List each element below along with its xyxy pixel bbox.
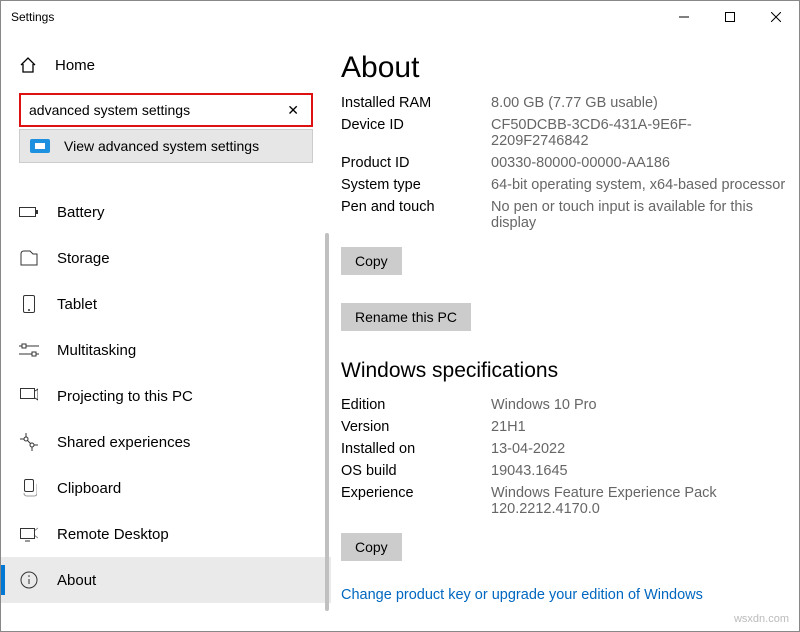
spec-key: Pen and touch — [341, 199, 491, 231]
windows-specs-heading: Windows specifications — [341, 359, 799, 383]
spec-value: 21H1 — [491, 419, 799, 435]
nav-label: Battery — [57, 204, 105, 221]
spec-key: System type — [341, 177, 491, 193]
minimize-button[interactable] — [661, 1, 707, 33]
spec-key: Installed on — [341, 441, 491, 457]
spec-key: Product ID — [341, 155, 491, 171]
spec-value: Windows 10 Pro — [491, 397, 799, 413]
sidebar-item-storage[interactable]: Storage — [1, 235, 331, 281]
sidebar-item-clipboard[interactable]: Clipboard — [1, 465, 331, 511]
nav-icon — [19, 343, 39, 357]
page-title: About — [341, 51, 799, 85]
copy-windows-specs-button[interactable]: Copy — [341, 533, 402, 561]
nav-icon — [19, 433, 39, 451]
display-settings-icon — [30, 139, 50, 153]
content-pane: About Installed RAM8.00 GB (7.77 GB usab… — [331, 33, 799, 631]
sidebar-item-remote-desktop[interactable]: Remote Desktop — [1, 511, 331, 557]
sidebar-item-battery[interactable]: Battery — [1, 189, 331, 235]
sidebar: Home ✕ View advanced system settings Bat… — [1, 33, 331, 631]
nav-label: Storage — [57, 250, 110, 267]
spec-row: Product ID00330-80000-00000-AA186 — [341, 155, 799, 171]
spec-key: Edition — [341, 397, 491, 413]
spec-value: Windows Feature Experience Pack 120.2212… — [491, 485, 799, 517]
home-icon — [19, 56, 37, 74]
spec-row: System type64-bit operating system, x64-… — [341, 177, 799, 193]
nav-label: Tablet — [57, 296, 97, 313]
spec-value: 19043.1645 — [491, 463, 799, 479]
spec-row: Installed RAM8.00 GB (7.77 GB usable) — [341, 95, 799, 111]
nav-icon — [19, 205, 39, 219]
spec-row: Pen and touchNo pen or touch input is av… — [341, 199, 799, 231]
spec-value: No pen or touch input is available for t… — [491, 199, 799, 231]
nav-list: Battery Storage Tablet Multitasking Projecti… — [1, 189, 331, 603]
home-nav[interactable]: Home — [1, 43, 331, 87]
spec-key: Installed RAM — [341, 95, 491, 111]
suggestion-label: View advanced system settings — [64, 138, 259, 154]
search-suggestions: View advanced system settings — [19, 129, 313, 163]
copy-device-specs-button[interactable]: Copy — [341, 247, 402, 275]
windows-specs: EditionWindows 10 ProVersion21H1Installe… — [341, 397, 799, 517]
nav-label: About — [57, 572, 96, 589]
nav-icon — [19, 571, 39, 589]
sidebar-item-shared-experiences[interactable]: Shared experiences — [1, 419, 331, 465]
spec-value: 13-04-2022 — [491, 441, 799, 457]
spec-key: Experience — [341, 485, 491, 517]
rename-pc-button[interactable]: Rename this PC — [341, 303, 471, 331]
spec-value: 00330-80000-00000-AA186 — [491, 155, 799, 171]
search-box[interactable]: ✕ — [19, 93, 313, 127]
spec-row: Version21H1 — [341, 419, 799, 435]
device-specs: Installed RAM8.00 GB (7.77 GB usable)Dev… — [341, 95, 799, 231]
spec-value: CF50DCBB-3CD6-431A-9E6F-2209F2746842 — [491, 117, 799, 149]
spec-row: EditionWindows 10 Pro — [341, 397, 799, 413]
spec-key: OS build — [341, 463, 491, 479]
titlebar: Settings — [1, 1, 799, 33]
sidebar-item-about[interactable]: About — [1, 557, 331, 603]
sidebar-item-projecting-to-this-pc[interactable]: Projecting to this PC — [1, 373, 331, 419]
nav-label: Shared experiences — [57, 434, 190, 451]
nav-icon — [19, 250, 39, 266]
scrollbar[interactable] — [325, 233, 329, 611]
search-input[interactable] — [29, 102, 283, 118]
nav-icon — [19, 479, 39, 497]
nav-label: Remote Desktop — [57, 526, 169, 543]
spec-row: OS build19043.1645 — [341, 463, 799, 479]
nav-label: Projecting to this PC — [57, 388, 193, 405]
window-controls — [661, 1, 799, 33]
nav-label: Multitasking — [57, 342, 136, 359]
close-button[interactable] — [753, 1, 799, 33]
change-product-key-link[interactable]: Change product key or upgrade your editi… — [341, 587, 703, 603]
sidebar-item-tablet[interactable]: Tablet — [1, 281, 331, 327]
spec-key: Version — [341, 419, 491, 435]
home-label: Home — [55, 57, 95, 74]
nav-icon — [19, 295, 39, 313]
suggestion-item[interactable]: View advanced system settings — [20, 130, 312, 162]
spec-row: ExperienceWindows Feature Experience Pac… — [341, 485, 799, 517]
spec-key: Device ID — [341, 117, 491, 149]
sidebar-item-multitasking[interactable]: Multitasking — [1, 327, 331, 373]
spec-row: Installed on13-04-2022 — [341, 441, 799, 457]
window-title: Settings — [11, 10, 54, 24]
spec-row: Device IDCF50DCBB-3CD6-431A-9E6F-2209F27… — [341, 117, 799, 149]
spec-value: 8.00 GB (7.77 GB usable) — [491, 95, 799, 111]
nav-icon — [19, 526, 39, 542]
nav-label: Clipboard — [57, 480, 121, 497]
watermark: wsxdn.com — [734, 613, 789, 625]
maximize-button[interactable] — [707, 1, 753, 33]
clear-search-icon[interactable]: ✕ — [283, 102, 303, 119]
nav-icon — [19, 388, 39, 404]
spec-value: 64-bit operating system, x64-based proce… — [491, 177, 799, 193]
